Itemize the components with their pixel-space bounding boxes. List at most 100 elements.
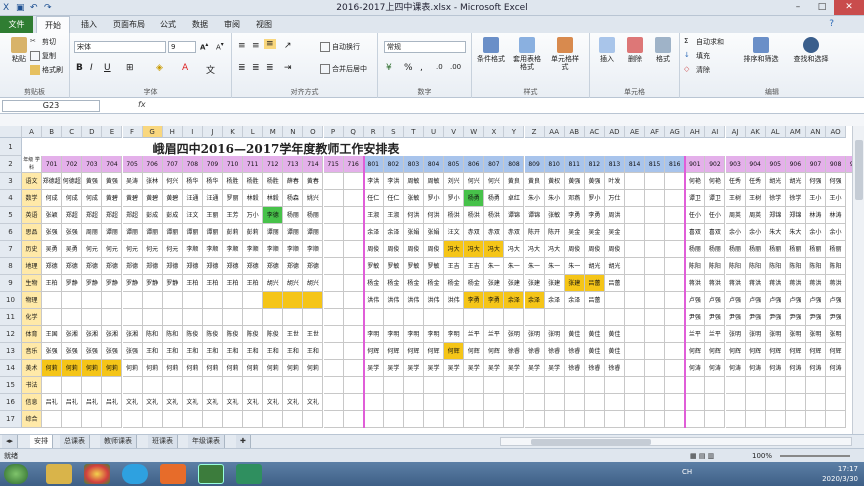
teacher-cell[interactable] — [625, 343, 646, 360]
teacher-cell[interactable]: 冯大 — [524, 241, 545, 258]
teacher-cell[interactable]: 徐睿 — [544, 343, 565, 360]
teacher-cell[interactable] — [343, 292, 364, 309]
teacher-cell[interactable]: 张娟 — [403, 224, 424, 241]
teacher-cell[interactable] — [323, 241, 344, 258]
autosum-button[interactable]: Σ 自动求和 — [684, 37, 724, 47]
teacher-cell[interactable] — [363, 377, 384, 394]
teacher-cell[interactable]: 卢强 — [765, 292, 786, 309]
teacher-cell[interactable]: 汪通 — [182, 190, 203, 207]
teacher-cell[interactable]: 王淑 — [363, 207, 384, 224]
teacher-cell[interactable]: 何元 — [122, 241, 143, 258]
teacher-cell[interactable] — [223, 309, 244, 326]
teacher-cell[interactable]: 胡光 — [584, 258, 605, 275]
teacher-cell[interactable] — [805, 377, 826, 394]
teacher-cell[interactable]: 文礼 — [283, 394, 304, 411]
teacher-cell[interactable]: 洪伟 — [403, 292, 424, 309]
teacher-cell[interactable]: 尹强 — [725, 309, 746, 326]
teacher-cell[interactable] — [645, 360, 666, 377]
teacher-cell[interactable] — [665, 411, 686, 428]
teacher-cell[interactable]: 王和 — [223, 343, 244, 360]
row-header[interactable]: 1 — [0, 138, 22, 156]
teacher-cell[interactable]: 尹强 — [705, 309, 726, 326]
teacher-cell[interactable]: 胡兴 — [283, 275, 304, 292]
teacher-cell[interactable] — [765, 377, 786, 394]
underline-button[interactable]: U — [104, 63, 111, 73]
teacher-cell[interactable]: 任秀 — [725, 173, 746, 190]
teacher-cell[interactable] — [645, 241, 666, 258]
tab-insert[interactable]: 插入 — [74, 16, 104, 33]
teacher-cell[interactable] — [424, 309, 445, 326]
teacher-cell[interactable]: 张林 — [142, 173, 163, 190]
teacher-cell[interactable]: 李顺 — [182, 241, 203, 258]
teacher-cell[interactable] — [383, 411, 404, 428]
teacher-cell[interactable] — [202, 411, 223, 428]
fx-icon[interactable]: fx — [138, 100, 146, 109]
column-header[interactable]: Z — [524, 126, 545, 138]
teacher-cell[interactable] — [645, 326, 666, 343]
teacher-cell[interactable]: 余小 — [745, 224, 766, 241]
teacher-cell[interactable]: 吕礼 — [62, 394, 83, 411]
teacher-cell[interactable] — [323, 360, 344, 377]
teacher-cell[interactable] — [202, 292, 223, 309]
teacher-cell[interactable]: 郑德 — [223, 258, 244, 275]
teacher-cell[interactable]: 何莉 — [142, 360, 163, 377]
teacher-cell[interactable]: 喜双 — [705, 224, 726, 241]
vertical-scrollbar[interactable] — [852, 126, 864, 434]
grow-font-button[interactable]: A▴ — [200, 42, 208, 51]
teacher-cell[interactable]: 赤双 — [484, 224, 505, 241]
indent-icon[interactable]: ⇥ — [284, 63, 292, 73]
row-header[interactable]: 17 — [0, 411, 22, 428]
teacher-cell[interactable]: 徐睿 — [564, 360, 585, 377]
align-middle-icon[interactable]: ≡ — [252, 41, 260, 51]
teacher-cell[interactable] — [142, 292, 163, 309]
teacher-cell[interactable] — [323, 309, 344, 326]
teacher-cell[interactable]: 张明 — [504, 326, 525, 343]
teacher-cell[interactable] — [303, 292, 324, 309]
minimize-button[interactable]: – — [786, 0, 810, 15]
tab-view[interactable]: 视图 — [250, 16, 278, 33]
teacher-cell[interactable]: 文礼 — [223, 394, 244, 411]
sheet-tab-teacher[interactable]: 教师课表 — [100, 435, 137, 448]
teacher-cell[interactable]: 王柏 — [202, 275, 223, 292]
teacher-cell[interactable] — [42, 411, 63, 428]
teacher-cell[interactable]: 何辉 — [765, 343, 786, 360]
teacher-cell[interactable] — [564, 377, 585, 394]
teacher-cell[interactable]: 何兴 — [464, 173, 485, 190]
teacher-cell[interactable]: 何德超 — [62, 173, 83, 190]
teacher-cell[interactable]: 何辉 — [705, 343, 726, 360]
teacher-cell[interactable]: 张明 — [826, 326, 847, 343]
teacher-cell[interactable]: 杨丽 — [705, 241, 726, 258]
teacher-cell[interactable]: 刘兴 — [444, 173, 465, 190]
teacher-cell[interactable] — [665, 241, 686, 258]
italic-button[interactable]: I — [90, 63, 93, 73]
column-header[interactable]: E — [102, 126, 123, 138]
teacher-cell[interactable]: 黄佳 — [584, 326, 605, 343]
teacher-cell[interactable]: 李顺 — [243, 241, 264, 258]
teacher-cell[interactable]: 陈开 — [544, 224, 565, 241]
teacher-cell[interactable] — [665, 275, 686, 292]
teacher-cell[interactable] — [343, 173, 364, 190]
teacher-cell[interactable] — [283, 292, 304, 309]
column-header[interactable]: AG — [665, 126, 686, 138]
teacher-cell[interactable]: 万仕 — [604, 190, 625, 207]
teacher-cell[interactable] — [665, 377, 686, 394]
sheet-tab-total[interactable]: 总课表 — [60, 435, 90, 448]
teacher-cell[interactable]: 蒋洪 — [765, 275, 786, 292]
teacher-cell[interactable]: 王和 — [202, 343, 223, 360]
teacher-cell[interactable] — [625, 258, 646, 275]
sheet-tab-arrange[interactable]: 安排 — [30, 435, 53, 448]
teacher-cell[interactable]: 黄权 — [544, 173, 565, 190]
column-header[interactable]: AB — [564, 126, 585, 138]
teacher-cell[interactable]: 郑德 — [263, 258, 284, 275]
teacher-cell[interactable]: 何洪 — [424, 207, 445, 224]
teacher-cell[interactable] — [805, 394, 826, 411]
teacher-cell[interactable]: 杨金 — [464, 275, 485, 292]
font-size-select[interactable]: 9 — [168, 41, 196, 53]
teacher-cell[interactable]: 何涛 — [765, 360, 786, 377]
teacher-cell[interactable]: 陈和 — [142, 326, 163, 343]
teacher-cell[interactable]: 徐学 — [785, 190, 806, 207]
help-icon[interactable]: ? — [829, 19, 834, 29]
teacher-cell[interactable]: 谭卫 — [685, 190, 706, 207]
column-header[interactable]: AI — [705, 126, 726, 138]
teacher-cell[interactable] — [604, 292, 625, 309]
